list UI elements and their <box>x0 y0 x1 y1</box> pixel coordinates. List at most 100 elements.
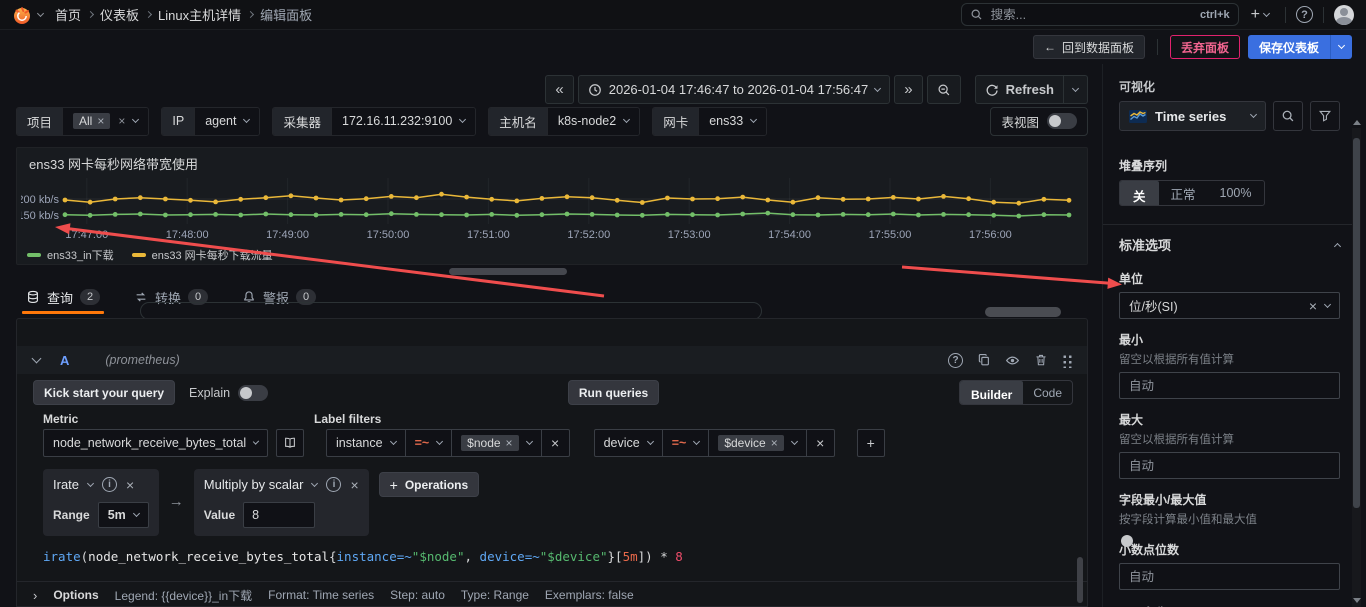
remove-operation-icon[interactable]: × <box>126 478 134 492</box>
label-op-select[interactable]: =~ <box>405 429 453 457</box>
query-horizontal-scrollbar-thumb[interactable] <box>985 307 1061 317</box>
remove-filter-button[interactable]: × <box>541 429 570 457</box>
back-to-dashboard-button[interactable]: ← 回到数据面板 <box>1032 35 1145 59</box>
max-input[interactable] <box>1119 452 1340 479</box>
save-options-caret[interactable] <box>1330 35 1352 59</box>
code-mode-button[interactable]: Code <box>1023 381 1072 404</box>
discard-panel-button[interactable]: 丢弃面板 <box>1169 35 1240 59</box>
decimals-label: 小数点位数 <box>1119 543 1180 557</box>
filter-project-value[interactable]: All × × <box>62 107 149 135</box>
chevron-right-icon <box>247 10 255 19</box>
save-dashboard-button[interactable]: 保存仪表板 <box>1247 35 1330 59</box>
remove-value-icon[interactable]: × <box>771 437 778 449</box>
time-series-panel[interactable]: ens33 网卡每秒网络带宽使用 17:47:00 17:48:00 17:49:0… <box>16 147 1088 265</box>
stack-normal-option[interactable]: 正常 <box>1159 181 1208 205</box>
refresh-interval-caret[interactable] <box>1064 75 1088 104</box>
metrics-browser-button[interactable] <box>276 429 304 457</box>
chevron-down-icon[interactable] <box>86 479 95 487</box>
label-op-select[interactable]: =~ <box>662 429 710 457</box>
query-vertical-scrollbar-thumb[interactable] <box>1077 557 1083 603</box>
label-value-select[interactable]: $node × <box>452 429 542 457</box>
hide-query-button[interactable] <box>1005 353 1020 368</box>
filter-collector-value[interactable]: 172.16.11.232:9100 <box>331 107 476 135</box>
remove-chip-icon[interactable]: × <box>97 115 104 127</box>
breadcrumb-dashboard-name[interactable]: Linux主机详情 <box>158 5 241 24</box>
variable-filter-row: 项目 All × × IP agent 采集器 172.16.11.232:910… <box>16 106 1088 136</box>
min-input[interactable] <box>1119 372 1340 399</box>
standard-options-header[interactable]: 标准选项 <box>1119 235 1342 254</box>
operation-info-icon[interactable]: i <box>102 477 118 492</box>
search-input[interactable] <box>988 6 1194 23</box>
kick-start-button[interactable]: Kick start your query <box>33 380 176 405</box>
selected-chip[interactable]: All × <box>73 113 111 129</box>
org-switcher-chevron-icon[interactable] <box>36 9 45 17</box>
time-shift-back-button[interactable]: « <box>545 75 574 104</box>
sidebar-scrollbar-thumb[interactable] <box>1353 138 1360 508</box>
remove-operation-icon[interactable]: × <box>350 478 358 492</box>
panel-horizontal-scrollbar-thumb[interactable] <box>449 268 567 275</box>
chevron-down-icon[interactable] <box>311 479 319 487</box>
filter-ip-value[interactable]: agent <box>194 107 260 135</box>
run-queries-button[interactable]: Run queries <box>567 380 660 405</box>
refresh-button[interactable]: Refresh <box>974 75 1064 104</box>
decimals-input[interactable] <box>1119 563 1340 590</box>
filter-options-button[interactable] <box>1310 101 1340 131</box>
scroll-up-arrow-icon[interactable] <box>1353 120 1361 125</box>
value-chip[interactable]: $node × <box>461 435 519 451</box>
stack-100-option[interactable]: 100% <box>1208 181 1264 205</box>
operation-name[interactable]: Multiply by scalar <box>204 477 304 492</box>
clear-all-icon[interactable]: × <box>118 115 125 127</box>
label-name-select[interactable]: instance <box>326 429 406 457</box>
duplicate-query-button[interactable] <box>977 353 991 367</box>
visualization-select[interactable]: Time series <box>1119 101 1266 131</box>
legend-item[interactable]: ens33 网卡每秒下载流量 <box>131 247 273 263</box>
grafana-logo[interactable] <box>12 5 32 25</box>
search-box[interactable]: ctrl+k <box>960 3 1239 26</box>
option-legend: Legend: {{device}}_in下载 <box>114 588 253 603</box>
metric-select[interactable]: node_network_receive_bytes_total <box>43 429 268 457</box>
clear-unit-icon[interactable]: × <box>1309 299 1317 313</box>
label-name-select[interactable]: device <box>593 429 663 457</box>
search-options-button[interactable] <box>1273 101 1303 131</box>
add-label-filter-button[interactable]: + <box>856 429 885 457</box>
table-view-switch[interactable] <box>1047 113 1077 129</box>
add-menu-button[interactable]: + <box>1245 6 1275 23</box>
expand-options-chevron-icon[interactable]: › <box>33 588 37 603</box>
remove-filter-button[interactable]: × <box>806 429 835 457</box>
query-editor: A (prometheus) ? Kick start your query E… <box>16 318 1088 607</box>
builder-mode-button[interactable]: Builder <box>959 381 1024 404</box>
zoom-out-button[interactable] <box>926 75 961 104</box>
explain-switch[interactable] <box>238 384 269 401</box>
edit-toolbar: ← 回到数据面板 丢弃面板 保存仪表板 <box>0 30 1366 64</box>
remove-value-icon[interactable]: × <box>506 437 513 449</box>
label-filter-device: device =~ $device × × <box>593 429 835 457</box>
label-value-select[interactable]: $device × <box>709 429 807 457</box>
time-shift-forward-button[interactable]: » <box>894 75 923 104</box>
help-button[interactable]: ? <box>1296 6 1313 23</box>
stack-off-option[interactable]: 关 <box>1120 181 1159 205</box>
breadcrumb-dashboards[interactable]: 仪表板 <box>100 5 139 24</box>
collapse-query-chevron-icon[interactable] <box>31 353 42 364</box>
time-range-picker[interactable]: 2026-01-04 17:46:47 to 2026-01-04 17:56:… <box>577 75 891 104</box>
search-shortcut: ctrl+k <box>1199 8 1230 21</box>
breadcrumb-home[interactable]: 首页 <box>55 5 81 24</box>
scroll-down-arrow-icon[interactable] <box>1353 598 1361 603</box>
scalar-value-input[interactable] <box>243 502 316 528</box>
query-row-header[interactable]: A (prometheus) ? <box>17 346 1087 374</box>
filter-nic-value[interactable]: ens33 <box>698 107 767 135</box>
add-operations-button[interactable]: + Operations <box>378 472 480 497</box>
unit-select[interactable]: 位/秒(SI) × <box>1119 292 1340 319</box>
drag-handle[interactable] <box>1062 352 1073 368</box>
filter-hostname-value[interactable]: k8s-node2 <box>546 107 640 135</box>
value-chip[interactable]: $device × <box>718 435 784 451</box>
query-datasource: (prometheus) <box>105 353 180 367</box>
operation-name[interactable]: Irate <box>53 477 79 492</box>
tab-query[interactable]: 查询 2 <box>21 288 105 314</box>
query-help-button[interactable]: ? <box>948 352 963 368</box>
legend-item[interactable]: ens33_in下载 <box>27 247 114 263</box>
operation-info-icon[interactable]: i <box>326 477 342 492</box>
delete-query-button[interactable] <box>1034 353 1048 367</box>
range-select[interactable]: 5m <box>97 502 149 528</box>
query-options-row[interactable]: › Options Legend: {{device}}_in下载 Format… <box>17 581 1087 607</box>
user-avatar[interactable] <box>1334 4 1354 25</box>
